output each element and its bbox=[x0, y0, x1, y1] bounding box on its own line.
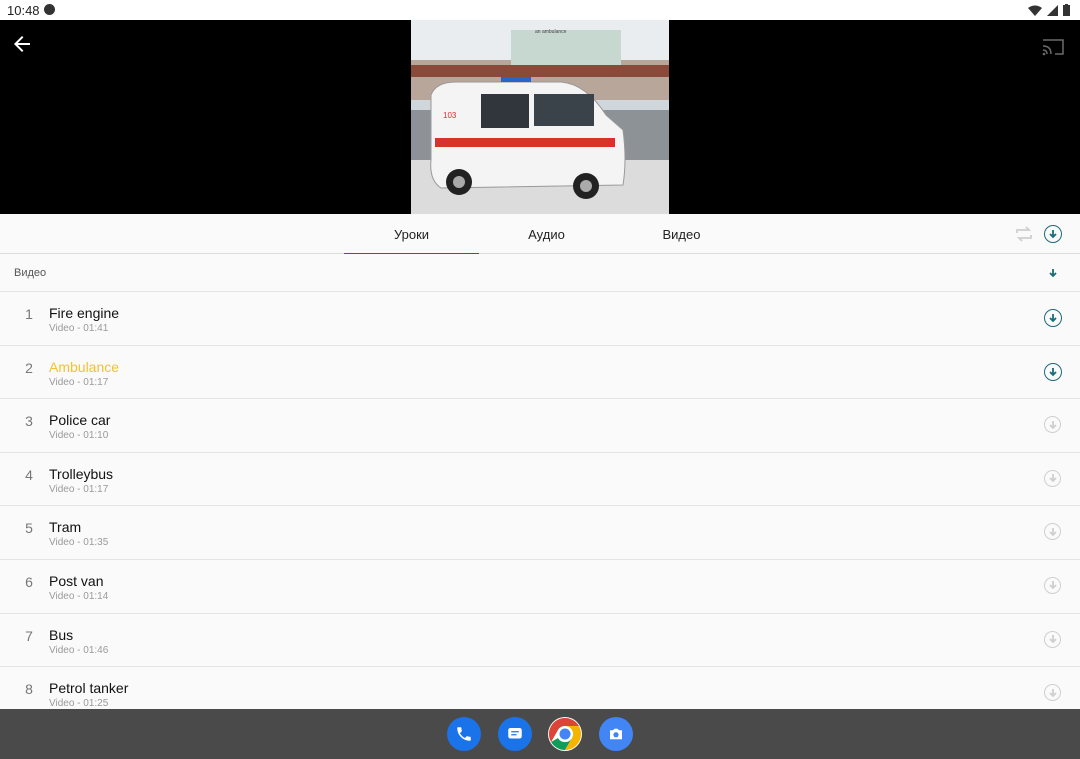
download-icon[interactable] bbox=[1044, 523, 1061, 541]
list-item[interactable]: 1 Fire engine Video - 01:41 bbox=[0, 292, 1080, 346]
phone-icon[interactable] bbox=[447, 717, 481, 751]
item-meta: Video - 01:10 bbox=[49, 430, 109, 442]
download-all-icon[interactable] bbox=[1044, 225, 1062, 243]
section-download-icon[interactable] bbox=[1044, 264, 1062, 282]
section-title: Видео bbox=[14, 267, 47, 279]
signal-icon bbox=[1047, 4, 1058, 16]
download-icon[interactable] bbox=[1044, 309, 1062, 327]
repeat-icon[interactable] bbox=[1014, 225, 1034, 243]
wifi-icon bbox=[1028, 5, 1042, 16]
messages-icon[interactable] bbox=[498, 717, 532, 751]
item-title: Police car bbox=[49, 412, 111, 429]
ambulance-image: 103 an ambulance bbox=[411, 20, 669, 214]
list-item[interactable]: 3 Police car Video - 01:10 bbox=[0, 399, 1080, 453]
item-number: 4 bbox=[25, 466, 33, 483]
list-item[interactable]: 4 Trolleybus Video - 01:17 bbox=[0, 452, 1080, 507]
list-item[interactable]: 2 Ambulance Video - 01:17 bbox=[0, 345, 1080, 400]
app-dock bbox=[0, 709, 1080, 759]
item-meta: Video - 01:14 bbox=[49, 590, 109, 602]
tab-bar: Уроки Аудио Видео bbox=[0, 214, 1080, 255]
download-icon[interactable] bbox=[1044, 576, 1061, 594]
download-icon[interactable] bbox=[1044, 416, 1061, 434]
status-bar: 10:48 bbox=[0, 0, 1080, 20]
item-title: Petrol tanker bbox=[49, 680, 129, 697]
item-meta: Video - 01:46 bbox=[49, 644, 109, 656]
item-title: Trolleybus bbox=[49, 465, 114, 482]
video-player[interactable]: 103 an ambulance bbox=[0, 20, 1080, 214]
download-icon[interactable] bbox=[1044, 362, 1062, 381]
status-time: 10:48 bbox=[7, 3, 40, 18]
item-meta: Video - 01:17 bbox=[49, 376, 109, 388]
chrome-icon[interactable] bbox=[548, 717, 582, 751]
camera-icon[interactable] bbox=[599, 717, 633, 751]
list-item[interactable]: 7 Bus Video - 01:46 bbox=[0, 613, 1080, 668]
download-icon[interactable] bbox=[1044, 630, 1061, 648]
item-meta: Video - 01:25 bbox=[49, 698, 109, 709]
item-number: 2 bbox=[25, 359, 33, 376]
item-number: 5 bbox=[25, 520, 33, 537]
item-number: 3 bbox=[25, 413, 33, 430]
item-title: Fire engine bbox=[49, 305, 120, 321]
tab-audio[interactable]: Аудио bbox=[479, 214, 614, 254]
video-list: 1 Fire engine Video - 01:41 2 Ambulance … bbox=[0, 292, 1080, 709]
item-title: Bus bbox=[49, 626, 74, 643]
tab-lessons[interactable]: Уроки bbox=[344, 214, 479, 255]
item-meta: Video - 01:17 bbox=[49, 483, 109, 495]
notification-icon bbox=[44, 4, 55, 15]
back-arrow-icon[interactable] bbox=[10, 32, 34, 56]
download-icon[interactable] bbox=[1044, 684, 1061, 702]
item-number: 7 bbox=[25, 627, 33, 644]
download-icon[interactable] bbox=[1044, 469, 1061, 487]
tab-video[interactable]: Видео bbox=[614, 214, 749, 254]
list-item[interactable]: 5 Tram Video - 01:35 bbox=[0, 506, 1080, 560]
item-title: Tram bbox=[49, 519, 82, 536]
list-item[interactable]: 8 Petrol tanker Video - 01:25 bbox=[0, 667, 1080, 709]
item-meta: Video - 01:35 bbox=[49, 537, 109, 549]
item-meta: Video - 01:41 bbox=[49, 323, 109, 334]
item-number: 6 bbox=[25, 573, 33, 590]
ambulance-plate: 103 bbox=[443, 111, 457, 120]
list-item[interactable]: 6 Post van Video - 01:14 bbox=[0, 559, 1080, 614]
item-title: Ambulance bbox=[49, 358, 120, 375]
system-icons bbox=[1028, 4, 1070, 16]
ambulance-banner-text: an ambulance bbox=[535, 29, 567, 35]
cast-icon[interactable] bbox=[1042, 38, 1064, 56]
section-header: Видео bbox=[0, 254, 1080, 292]
item-number: 1 bbox=[25, 306, 33, 322]
item-title: Post van bbox=[49, 572, 104, 589]
item-number: 8 bbox=[25, 681, 33, 698]
video-thumbnail[interactable]: 103 an ambulance bbox=[411, 20, 669, 214]
battery-icon bbox=[1063, 4, 1070, 16]
